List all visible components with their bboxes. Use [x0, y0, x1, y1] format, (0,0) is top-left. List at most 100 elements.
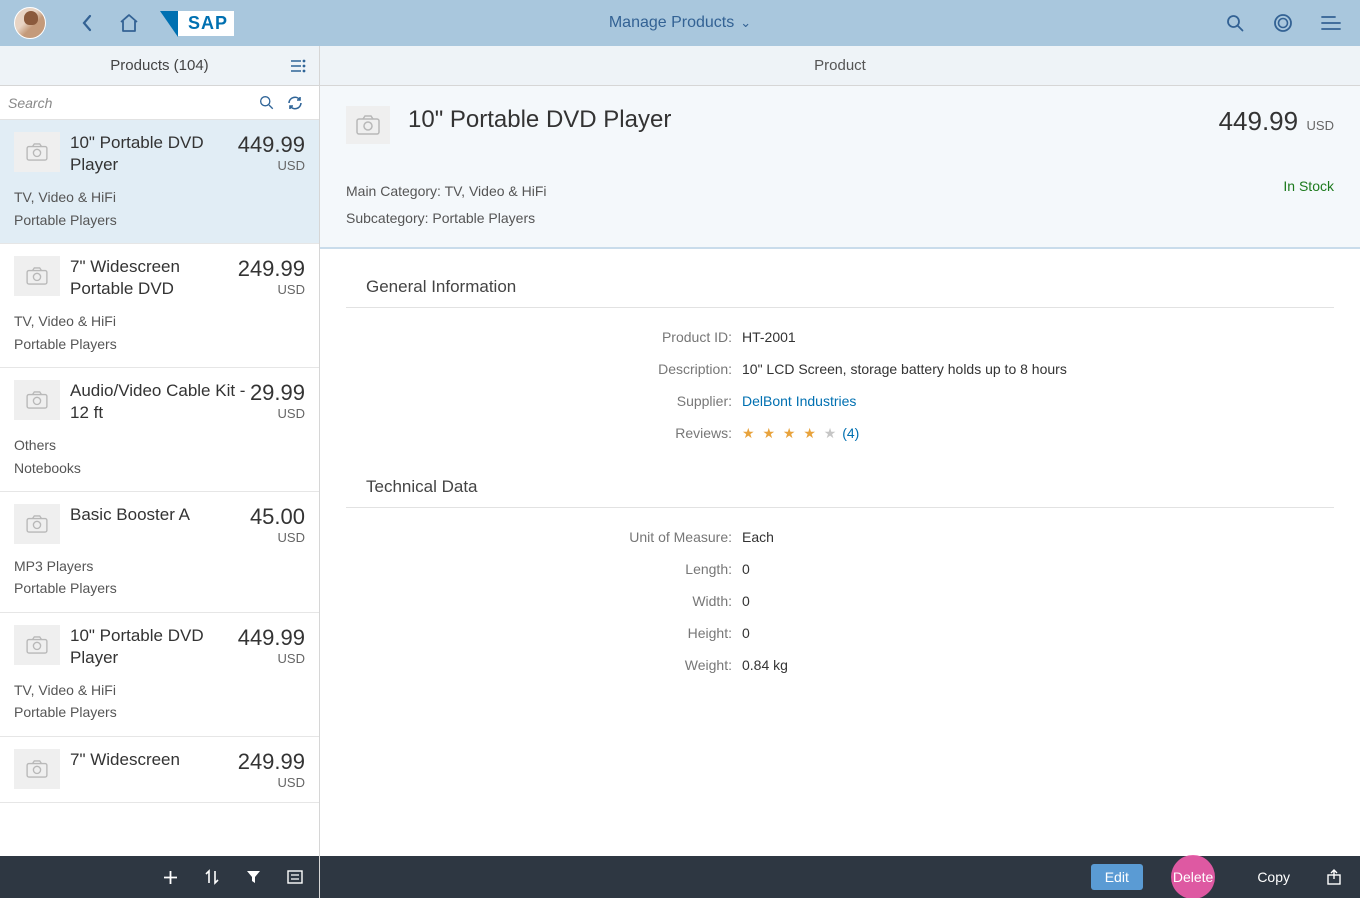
camera-icon — [14, 749, 60, 789]
circle-icon — [1273, 13, 1293, 33]
description-value: 10" LCD Screen, storage battery holds up… — [742, 358, 1067, 382]
search-input[interactable] — [8, 95, 255, 111]
height-value: 0 — [742, 622, 750, 646]
product-id-value: HT-2001 — [742, 326, 796, 350]
section-technical-title: Technical Data — [346, 449, 1334, 508]
list-item-categories: TV, Video & HiFiPortable Players — [14, 679, 305, 724]
shell-search-button[interactable] — [1216, 4, 1254, 42]
section-general-title: General Information — [346, 249, 1334, 308]
search-row — [0, 86, 319, 120]
camera-icon — [14, 132, 60, 172]
width-value: 0 — [742, 590, 750, 614]
delete-button[interactable]: Delete — [1159, 864, 1227, 890]
list-item-price-block: 449.99USD — [238, 132, 305, 176]
list-settings-icon — [291, 59, 307, 73]
weight-value: 0.84 kg — [742, 654, 788, 678]
list-item-currency: USD — [250, 406, 305, 421]
reviews-count-link[interactable]: (4) — [842, 425, 859, 441]
plus-icon — [163, 870, 178, 885]
list-item-name: 7" Widescreen — [70, 749, 238, 790]
camera-icon — [14, 380, 60, 420]
list-item[interactable]: 7" Widescreen Portable DVD249.99USDTV, V… — [0, 244, 319, 368]
product-list[interactable]: 10" Portable DVD Player449.99USDTV, Vide… — [0, 120, 319, 856]
height-label: Height: — [346, 622, 742, 646]
list-item-price: 45.00 — [250, 504, 305, 530]
shell-title-dropdown[interactable]: Manage Products ⌄ — [609, 14, 751, 32]
list-item-price: 249.99 — [238, 256, 305, 282]
filter-button[interactable] — [246, 870, 261, 884]
weight-label: Weight: — [346, 654, 742, 678]
sort-button[interactable] — [204, 869, 220, 885]
sort-icon — [204, 869, 220, 885]
uom-label: Unit of Measure: — [346, 526, 742, 550]
reviews-label: Reviews: — [346, 422, 742, 446]
product-image-placeholder — [346, 106, 390, 144]
list-item-name: 7" Widescreen Portable DVD — [70, 256, 238, 300]
filter-icon — [246, 870, 261, 884]
master-header: Products (104) — [0, 46, 319, 86]
master-footer — [0, 856, 319, 898]
list-item[interactable]: 7" Widescreen249.99USD — [0, 737, 319, 803]
list-item-categories: MP3 PlayersPortable Players — [14, 555, 305, 600]
share-button[interactable] — [1326, 869, 1342, 885]
group-icon — [287, 870, 303, 884]
master-title: Products (104) — [110, 57, 208, 74]
star-rating: ★ ★ ★ ★ ★ — [742, 425, 838, 441]
product-currency: USD — [1307, 118, 1334, 133]
menu-icon — [1321, 15, 1341, 31]
detail-sections: General Information Product ID:HT-2001 D… — [320, 249, 1360, 856]
list-item-price-block: 449.99USD — [238, 625, 305, 669]
list-item-price-block: 45.00USD — [250, 504, 305, 545]
user-avatar[interactable] — [14, 7, 46, 39]
edit-button[interactable]: Edit — [1091, 864, 1143, 890]
list-item[interactable]: Audio/Video Cable Kit - 12 ft29.99USDOth… — [0, 368, 319, 492]
search-button[interactable] — [259, 95, 283, 110]
search-icon — [259, 95, 274, 110]
list-item-currency: USD — [250, 530, 305, 545]
home-icon — [119, 14, 139, 32]
general-form: Product ID:HT-2001 Description:10" LCD S… — [346, 308, 1334, 449]
app-body: Products (104) 10" Portable DVD Player44… — [0, 46, 1360, 898]
shell-header-right — [1216, 4, 1350, 42]
copy-button[interactable]: Copy — [1243, 864, 1304, 890]
list-item-name: 10" Portable DVD Player — [70, 132, 238, 176]
product-id-label: Product ID: — [346, 326, 742, 350]
add-button[interactable] — [163, 870, 178, 885]
supplier-label: Supplier: — [346, 390, 742, 414]
uom-value: Each — [742, 526, 774, 550]
list-item[interactable]: 10" Portable DVD Player449.99USD TV, Vide… — [0, 120, 319, 244]
shell-header-left: SAP — [10, 4, 234, 42]
detail-footer: Edit Delete Copy — [320, 856, 1360, 898]
detail-header-bar: Product — [320, 46, 1360, 86]
list-item-name: 10" Portable DVD Player — [70, 625, 238, 669]
product-price: 449.99 — [1219, 106, 1299, 136]
group-button[interactable] — [287, 870, 303, 884]
list-item-price: 449.99 — [238, 132, 305, 158]
list-item-categories: TV, Video & HiFiPortable Players — [14, 310, 305, 355]
shell-copilot-button[interactable] — [1264, 4, 1302, 42]
refresh-button[interactable] — [287, 95, 311, 111]
supplier-link[interactable]: DelBont Industries — [742, 390, 856, 414]
list-item[interactable]: Basic Booster A45.00USD MP3 PlayersPortab… — [0, 492, 319, 613]
chevron-down-icon: ⌄ — [740, 15, 751, 31]
camera-icon — [14, 256, 60, 296]
nav-back-button[interactable] — [68, 4, 106, 42]
share-icon — [1326, 869, 1342, 885]
list-item-price-block: 249.99USD — [238, 749, 305, 790]
price-block: 449.99 USD — [1219, 106, 1334, 137]
list-item-price: 249.99 — [238, 749, 305, 775]
sap-logo: SAP — [170, 11, 234, 36]
master-settings-button[interactable] — [291, 59, 307, 73]
list-item-price: 29.99 — [250, 380, 305, 406]
camera-icon — [14, 504, 60, 544]
list-item-name: Basic Booster A — [70, 504, 250, 545]
list-item-categories: TV, Video & HiFiPortable Players — [14, 186, 305, 231]
home-button[interactable] — [110, 4, 148, 42]
list-item-currency: USD — [238, 651, 305, 666]
refresh-icon — [287, 95, 303, 111]
list-item[interactable]: 10" Portable DVD Player449.99USD TV, Vide… — [0, 613, 319, 737]
chevron-left-icon — [81, 14, 93, 32]
shell-menu-button[interactable] — [1312, 4, 1350, 42]
detail-header-title: Product — [814, 57, 866, 74]
product-title: 10" Portable DVD Player — [408, 106, 1219, 134]
